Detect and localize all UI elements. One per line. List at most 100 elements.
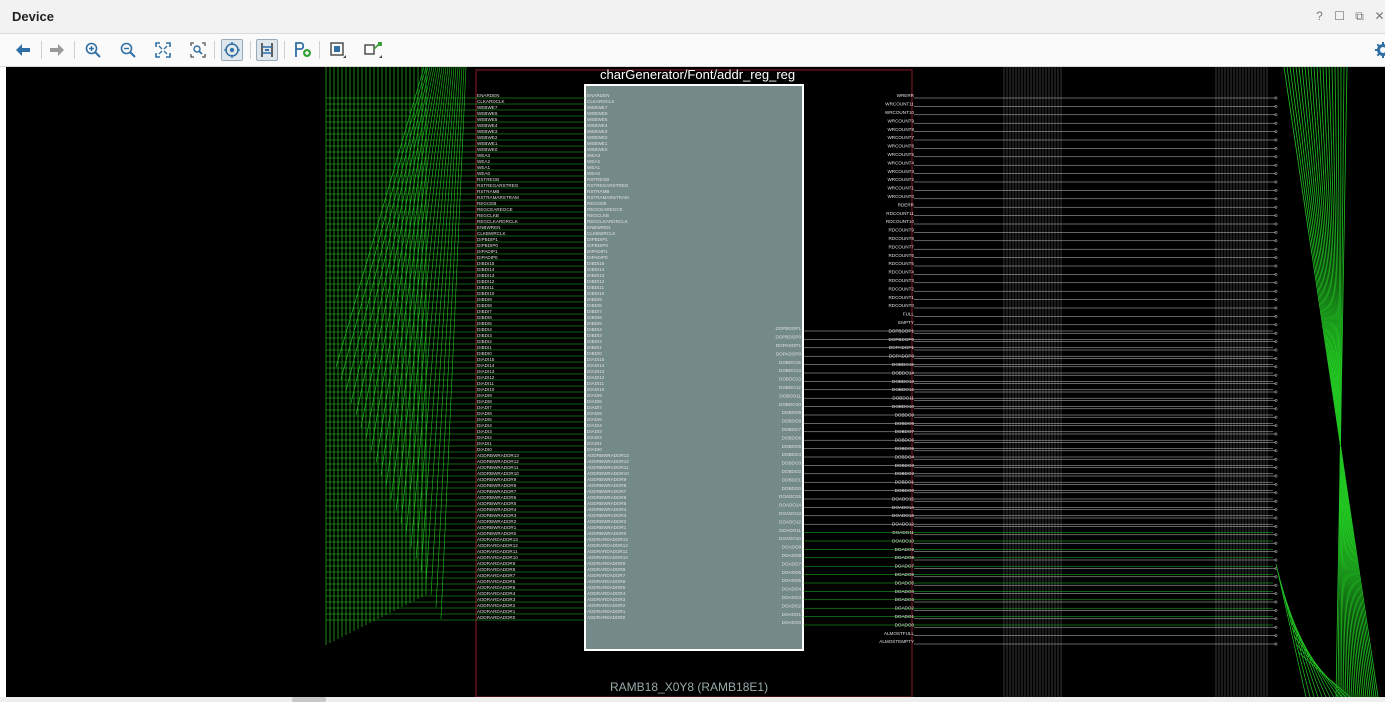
net-wire [335,67,425,368]
pin-label: DIBDI0 [477,351,492,356]
pin-label: DIBDI12 [477,279,495,284]
pin-label: ADDRBWRADDR3 [587,513,627,518]
pin-label: WRCOUNT2 [887,177,914,182]
layout-options-icon [364,42,382,58]
pin-label: ADDRARDADDR7 [477,573,516,578]
scrollbar-thumb[interactable] [292,697,326,702]
pin-label: ADDRARDADDR12 [587,543,628,548]
pin-label: CLKARDCLK [587,99,616,104]
pin-label: RDCOUNT2 [888,286,914,291]
pin-label: ADDRBWRADDR13 [477,453,519,458]
pin-label: WEA2 [587,159,600,164]
horizontal-scrollbar[interactable] [0,697,1385,702]
pin-label: WEBWE2 [587,135,608,140]
pin-label: DIBDI3 [477,333,492,338]
pin-label: DOADO4 [895,589,915,594]
net-wire [1307,67,1363,697]
pin-label: DIBDI2 [477,339,492,344]
pin-label: DOADO3 [782,595,802,600]
pin-label: DIADI7 [587,405,602,410]
pin-label: ADDRBWRADDR5 [587,501,627,506]
pin-label: ADDRBWRADDR0 [587,531,627,536]
back-button[interactable] [12,39,34,61]
pin-label: RDCOUNT0 [888,303,914,308]
pin-label: DIADI2 [477,435,492,440]
pin-label: DOADO3 [895,597,915,602]
zoom-area-button[interactable] [187,39,209,61]
pin-label: WEBWE2 [477,135,498,140]
pin-label: ADDRBWRADDR8 [587,483,627,488]
pin-label: RSTRAMB [477,189,499,194]
device-canvas[interactable]: ENARDEN ENARDEN CLKARDCLK CLKARDCLK WEBWE7 WE… [6,67,1385,697]
zoom-fit-button[interactable] [152,39,174,61]
pin-label: ADDRARDADDR10 [587,555,628,560]
zoom-in-button[interactable] [82,39,104,61]
help-icon[interactable]: ? [1314,9,1325,24]
pin-label: DIADI5 [587,417,602,422]
pin-label: DOADO5 [782,578,802,583]
arrow-right-icon [50,44,64,56]
pin-label: WRCOUNT11 [885,102,914,107]
net-wire [1292,67,1373,697]
pin-label: ADDRBWRADDR11 [477,465,519,470]
pin-label: ENBWREN [477,225,500,230]
pin-label: DIADI3 [477,429,492,434]
pin-label: RDCOUNT4 [888,270,914,275]
pin-label: WRCOUNT9 [887,118,914,123]
net-wire [1285,603,1327,697]
pin-label: DIBDI4 [477,327,492,332]
layout-options-button[interactable] [363,39,385,61]
net-wire [1310,67,1361,697]
autofit-selection-button[interactable] [221,39,243,61]
device-view-options-button[interactable] [327,39,349,61]
pin-label: DIBDI7 [477,309,492,314]
forward-button[interactable] [46,39,68,61]
pin-label: DOBDO1 [782,477,802,482]
pin-label: DIBDI1 [477,345,492,350]
pin-label: WEBWE4 [477,123,498,128]
restore-icon[interactable]: ☐ [1334,9,1345,24]
pin-label: ADDRARDADDR8 [587,567,626,572]
add-pblock-button[interactable] [292,39,314,61]
target-icon [224,42,240,58]
settings-button[interactable] [1372,39,1385,61]
pin-label: RDCOUNT5 [888,261,914,266]
pin-label: DOBDO14 [892,370,914,375]
pin-label: ADDRARDADDR7 [587,573,626,578]
pin-label: DIADI6 [477,411,492,416]
pin-label: DIADI1 [477,441,492,446]
pin-label: WRCOUNT10 [885,110,915,115]
pin-label: DOBDO15 [892,362,914,367]
pin-label: DIADI14 [477,363,495,368]
pin-label: ADDRBWRADDR12 [587,459,629,464]
pin-label: ADDRARDADDR5 [587,585,626,590]
pin-label: DIBDI5 [477,321,492,326]
pin-label: DIBDI13 [587,273,605,278]
pin-label: WEBWE3 [477,129,498,134]
pin-label: DOBDO15 [779,360,801,365]
routing-icon [261,43,273,57]
pin-label: DIADI9 [477,393,492,398]
pin-label: RSTRAMARSTRAM [587,195,629,200]
pin-label: DOADO2 [895,606,915,611]
routing-resources-button[interactable] [256,39,278,61]
pin-label: WEBWE0 [477,147,498,152]
pin-label: DOBDO7 [782,427,802,432]
pin-label: ADDRBWRADDR10 [477,471,519,476]
cell-name-label: charGenerator/Font/addr_reg_reg [600,67,796,82]
float-icon[interactable]: ⧉ [1354,9,1365,24]
pin-label: ADDRARDADDR5 [477,585,516,590]
pin-label: DOBDO6 [782,435,802,440]
pin-label: WEBWE5 [477,117,498,122]
pin-label: DOBDO10 [892,404,914,409]
pin-label: DIADI1 [587,441,602,446]
pin-label: DIADI12 [477,375,495,380]
zoom-area-icon [190,42,206,58]
close-icon[interactable]: ✕ [1374,9,1385,24]
pin-label: DOADO1 [782,612,802,617]
pin-label: ADDRBWRADDR4 [477,507,517,512]
pin-label: DOADO10 [779,536,801,541]
device-drawing[interactable]: ENARDEN ENARDENCLKARDCLK CLKARDCLKWEBWE7 WE… [6,67,1385,697]
device-toolbar [0,34,1385,67]
zoom-out-button[interactable] [117,39,139,61]
